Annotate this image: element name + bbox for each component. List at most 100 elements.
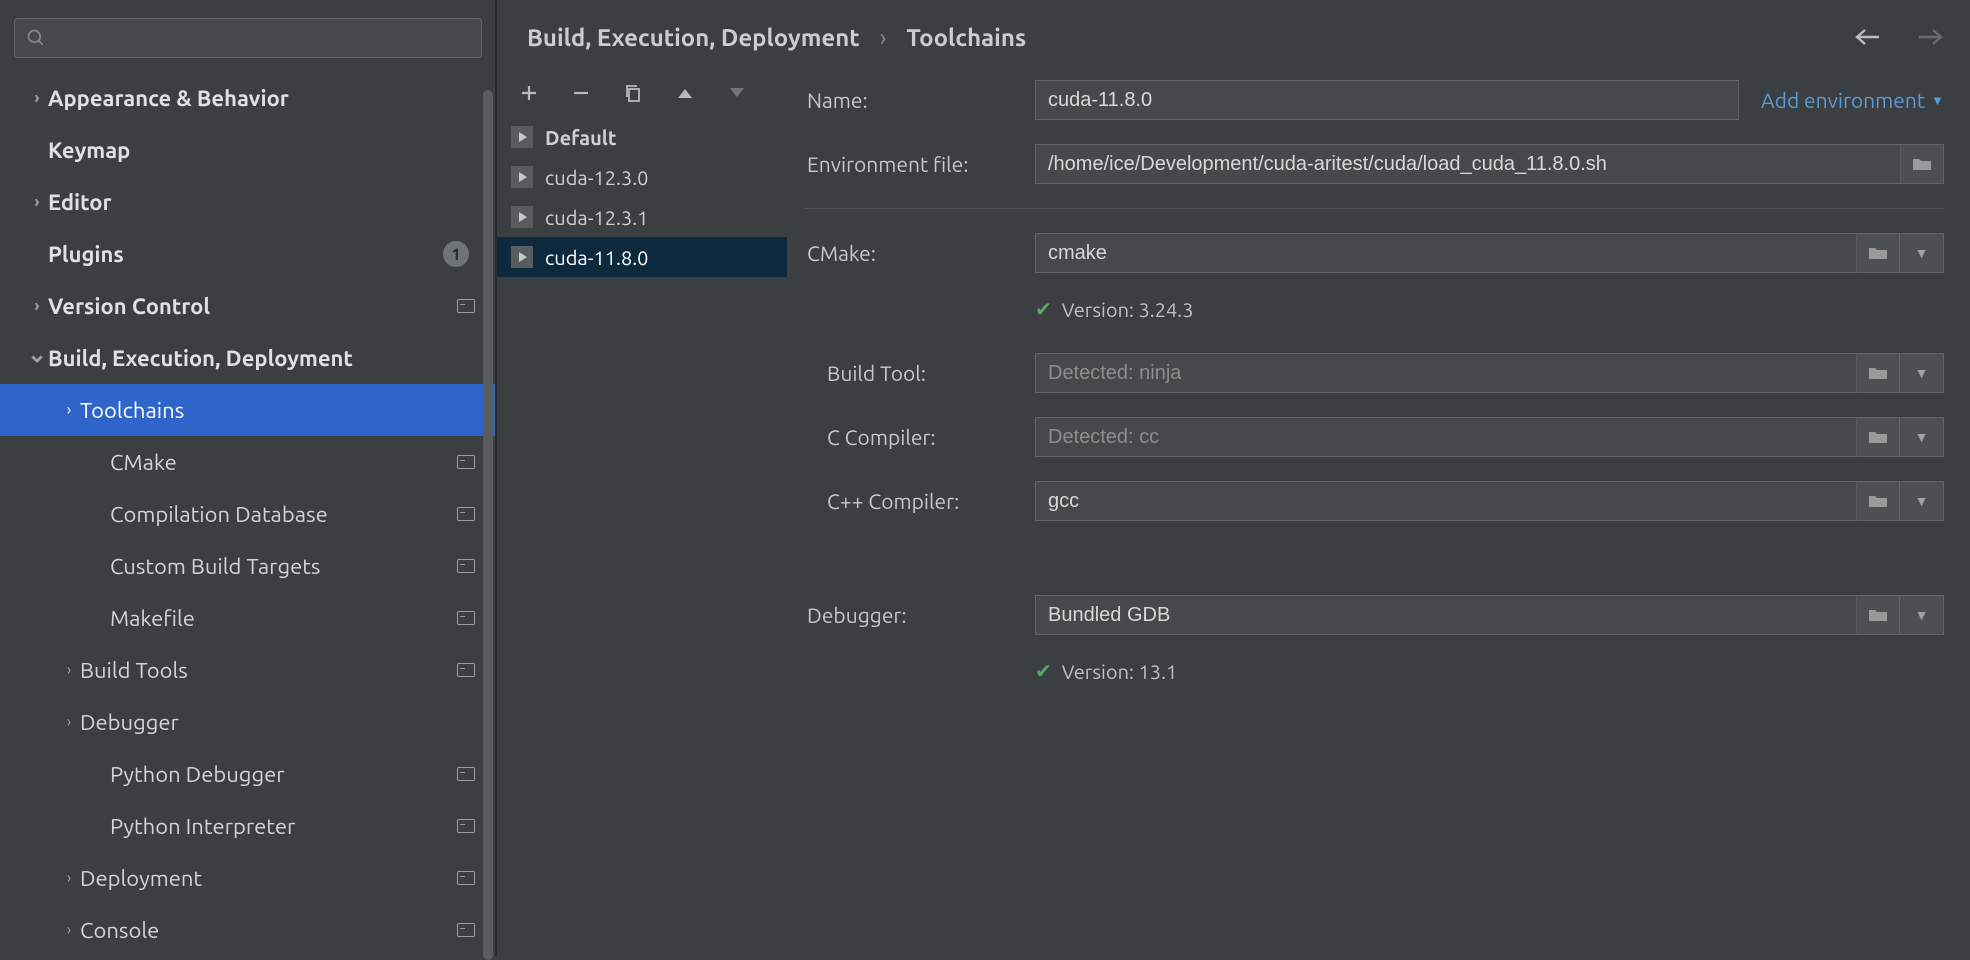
cpp-compiler-dropdown-button[interactable]: ▼: [1900, 481, 1944, 521]
toolchain-toolbar: [497, 76, 787, 116]
name-label: Name:: [805, 88, 1031, 112]
sidebar-item-label: Editor: [48, 190, 479, 215]
sidebar-scrollbar[interactable]: [483, 90, 493, 960]
project-scope-icon: [457, 767, 475, 781]
add-environment-link[interactable]: Add environment ▼: [1743, 88, 1944, 112]
sidebar-item-python-interpreter[interactable]: Python Interpreter: [0, 800, 495, 852]
toolchain-item-label: cuda-12.3.0: [545, 166, 648, 189]
sidebar-item-label: Custom Build Targets: [110, 554, 457, 579]
debugger-dropdown-button[interactable]: ▼: [1900, 595, 1944, 635]
check-icon: ✔: [1035, 297, 1052, 321]
sidebar-item-plugins[interactable]: Plugins1: [0, 228, 495, 280]
cmake-version-text: Version: 3.24.3: [1062, 298, 1194, 321]
project-scope-icon: [457, 871, 475, 885]
sidebar-item-keymap[interactable]: Keymap: [0, 124, 495, 176]
remove-toolchain-button[interactable]: [569, 81, 593, 105]
sidebar-item-label: Appearance & Behavior: [48, 86, 479, 111]
env-file-field[interactable]: [1035, 144, 1900, 184]
chevron-right-icon: ›: [58, 869, 80, 887]
toolchain-item-cuda-12-3-1[interactable]: cuda-12.3.1: [497, 197, 787, 237]
sidebar-item-label: Compilation Database: [110, 502, 457, 527]
toolchain-item-default[interactable]: Default: [497, 117, 787, 157]
sidebar-item-toolchains[interactable]: ›Toolchains: [0, 384, 495, 436]
sidebar-item-appearance-behavior[interactable]: ›Appearance & Behavior: [0, 72, 495, 124]
sidebar-item-label: Keymap: [48, 138, 479, 163]
env-file-label: Environment file:: [805, 152, 1031, 176]
sidebar-item-python-debugger[interactable]: Python Debugger: [0, 748, 495, 800]
toolchain-item-label: cuda-11.8.0: [545, 246, 648, 269]
sidebar-item-console[interactable]: ›Console: [0, 904, 495, 956]
c-compiler-browse-button[interactable]: [1856, 417, 1900, 457]
project-scope-icon: [457, 455, 475, 469]
sidebar-item-custom-build-targets[interactable]: Custom Build Targets: [0, 540, 495, 592]
sidebar-item-label: Makefile: [110, 606, 457, 631]
sidebar-item-label: Python Debugger: [110, 762, 457, 787]
toolchain-item-label: cuda-12.3.1: [545, 206, 648, 229]
breadcrumb-separator-icon: ›: [880, 24, 887, 51]
toolchain-item-cuda-11-8-0[interactable]: cuda-11.8.0: [497, 237, 787, 277]
cpp-compiler-browse-button[interactable]: [1856, 481, 1900, 521]
sidebar-item-version-control[interactable]: ›Version Control: [0, 280, 495, 332]
chevron-right-icon: ›: [26, 297, 48, 315]
toolchain-item-label: Default: [545, 126, 616, 149]
move-down-button: [725, 81, 749, 105]
sidebar-item-build-tools[interactable]: ›Build Tools: [0, 644, 495, 696]
chevron-right-icon: ›: [58, 661, 80, 679]
sidebar-item-makefile[interactable]: Makefile: [0, 592, 495, 644]
breadcrumb: Build, Execution, Deployment › Toolchain…: [497, 0, 1970, 76]
cmake-field[interactable]: [1035, 233, 1856, 273]
cmake-dropdown-button[interactable]: ▼: [1900, 233, 1944, 273]
divider: [805, 208, 1944, 209]
breadcrumb-parent[interactable]: Build, Execution, Deployment: [527, 24, 860, 51]
back-arrow-icon[interactable]: [1854, 23, 1882, 52]
sidebar-item-cmake[interactable]: CMake: [0, 436, 495, 488]
project-scope-icon: [457, 923, 475, 937]
chevron-right-icon: ›: [58, 713, 80, 731]
project-scope-icon: [457, 611, 475, 625]
sidebar-item-build-execution-deployment[interactable]: ⌄Build, Execution, Deployment: [0, 332, 495, 384]
chevron-right-icon: ›: [26, 193, 48, 211]
debugger-version-text: Version: 13.1: [1062, 660, 1178, 683]
breadcrumb-current: Toolchains: [906, 24, 1026, 51]
sidebar-item-label: Version Control: [48, 294, 457, 319]
toolchain-list: Default cuda-12.3.0 cuda-12.3.1 cuda-11.8.0: [497, 116, 787, 956]
env-file-browse-button[interactable]: [1900, 144, 1944, 184]
sidebar-item-deployment[interactable]: ›Deployment: [0, 852, 495, 904]
build-tool-browse-button[interactable]: [1856, 353, 1900, 393]
toolchain-list-panel: Default cuda-12.3.0 cuda-12.3.1 cuda-11.8.0: [497, 76, 787, 956]
sidebar-item-label: Toolchains: [80, 398, 479, 423]
debugger-label: Debugger:: [805, 603, 1031, 627]
debugger-browse-button[interactable]: [1856, 595, 1900, 635]
move-up-button[interactable]: [673, 81, 697, 105]
toolchain-detail-panel: Name: Add environment ▼ Environment file…: [787, 76, 1970, 956]
sidebar-item-editor[interactable]: ›Editor: [0, 176, 495, 228]
sidebar-item-label: Python Interpreter: [110, 814, 457, 839]
sidebar-item-debugger[interactable]: ›Debugger: [0, 696, 495, 748]
chevron-down-icon: ⌄: [26, 340, 48, 368]
system-toolchain-icon: [511, 206, 533, 228]
c-compiler-field[interactable]: [1035, 417, 1856, 457]
system-toolchain-icon: [511, 126, 533, 148]
sidebar-item-compilation-database[interactable]: Compilation Database: [0, 488, 495, 540]
sidebar-item-label: Debugger: [80, 710, 479, 735]
project-scope-icon: [457, 559, 475, 573]
search-input[interactable]: [14, 18, 482, 58]
add-toolchain-button[interactable]: [517, 81, 541, 105]
sidebar-item-label: Build, Execution, Deployment: [48, 346, 479, 371]
chevron-right-icon: ›: [26, 89, 48, 107]
sidebar-item-label: Console: [80, 918, 457, 943]
copy-toolchain-button[interactable]: [621, 81, 645, 105]
name-field[interactable]: [1035, 80, 1739, 120]
cpp-compiler-field[interactable]: [1035, 481, 1856, 521]
project-scope-icon: [457, 663, 475, 677]
c-compiler-dropdown-button[interactable]: ▼: [1900, 417, 1944, 457]
debugger-field[interactable]: [1035, 595, 1856, 635]
chevron-right-icon: ›: [58, 921, 80, 939]
build-tool-field[interactable]: [1035, 353, 1856, 393]
toolchain-item-cuda-12-3-0[interactable]: cuda-12.3.0: [497, 157, 787, 197]
cmake-browse-button[interactable]: [1856, 233, 1900, 273]
build-tool-dropdown-button[interactable]: ▼: [1900, 353, 1944, 393]
chevron-right-icon: ›: [58, 401, 80, 419]
settings-sidebar: ›Appearance & BehaviorKeymap›EditorPlugi…: [0, 0, 496, 956]
sidebar-item-label: Build Tools: [80, 658, 457, 683]
